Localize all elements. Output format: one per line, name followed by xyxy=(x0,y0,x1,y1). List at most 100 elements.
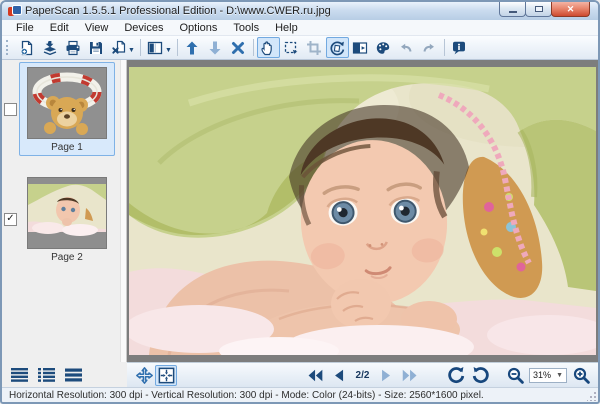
pan-mode-button[interactable] xyxy=(133,365,155,386)
arrow-down-icon xyxy=(207,40,223,56)
page-2-label: Page 2 xyxy=(20,252,114,263)
first-page-icon xyxy=(307,369,323,382)
status-text: Horizontal Resolution: 300 dpi - Vertica… xyxy=(9,390,484,401)
maximize-button[interactable] xyxy=(525,2,552,17)
delete-page-button[interactable] xyxy=(227,37,250,58)
palette-icon xyxy=(375,40,391,56)
page-2-checkbox[interactable]: ✓ xyxy=(4,213,17,226)
zoom-dropdown-caret[interactable]: ▼ xyxy=(556,372,563,379)
move-page-down-button[interactable] xyxy=(204,37,227,58)
delete-x-icon xyxy=(230,40,246,56)
main-toolbar: ▼ ▼ xyxy=(2,36,598,60)
print-icon xyxy=(65,40,81,56)
list-details-icon xyxy=(38,368,56,382)
sidebar-view-toolbar xyxy=(2,362,127,387)
pan-arrows-icon xyxy=(136,367,153,384)
toolbar-separator xyxy=(253,39,254,56)
pan-tool-button[interactable] xyxy=(257,37,280,58)
rotate-counterclockwise-icon xyxy=(447,366,465,384)
menu-bar: File Edit View Devices Options Tools Hel… xyxy=(2,20,598,36)
zoom-in-button[interactable] xyxy=(570,365,592,386)
menu-devices[interactable]: Devices xyxy=(116,22,171,34)
page-1-checkbox[interactable] xyxy=(4,103,17,116)
resize-grip[interactable] xyxy=(587,392,596,401)
page-item-2[interactable]: ✓ xyxy=(2,172,120,266)
close-button[interactable]: ✕ xyxy=(551,2,590,17)
view-layout-dropdown-caret[interactable]: ▼ xyxy=(165,47,172,54)
page-2-thumbnail[interactable] xyxy=(27,177,107,249)
baby-photo xyxy=(129,67,596,355)
crop-icon xyxy=(306,40,322,56)
last-page-button[interactable] xyxy=(399,365,421,386)
app-logo-icon xyxy=(8,5,20,17)
image-adjustments-button[interactable] xyxy=(349,37,372,58)
fit-page-icon xyxy=(158,367,175,384)
export-pages-button[interactable] xyxy=(107,37,130,58)
redo-button[interactable] xyxy=(418,37,441,58)
page-navigation: 2/2 xyxy=(304,365,422,386)
close-icon: ✕ xyxy=(567,5,575,14)
previous-page-button[interactable] xyxy=(328,365,350,386)
rotate-cw-button[interactable] xyxy=(470,365,492,386)
pages-sidebar: Page 1 ✓ xyxy=(2,60,120,362)
page-1-label: Page 1 xyxy=(20,142,114,153)
thumbnail-view-details-button[interactable] xyxy=(36,364,58,385)
save-button[interactable] xyxy=(84,37,107,58)
menu-file[interactable]: File xyxy=(8,22,42,34)
toolbar-separator xyxy=(444,39,445,56)
crop-button[interactable] xyxy=(303,37,326,58)
view-layout-button[interactable] xyxy=(144,37,167,58)
zoom-controls: 31% ▼ xyxy=(445,365,592,386)
menu-view[interactable]: View xyxy=(77,22,117,34)
export-pages-icon xyxy=(111,40,127,56)
rotate-ccw-button[interactable] xyxy=(445,365,467,386)
window-title: PaperScan 1.5.5.1 Professional Edition -… xyxy=(25,5,331,17)
image-viewer[interactable] xyxy=(127,60,598,362)
info-bubble-icon xyxy=(451,40,467,56)
acquire-page-icon xyxy=(19,40,35,56)
thumbnail-view-compact-button[interactable] xyxy=(63,364,85,385)
undo-icon xyxy=(398,40,414,56)
page-item-1[interactable]: Page 1 xyxy=(2,62,120,156)
first-page-button[interactable] xyxy=(304,365,326,386)
next-page-button[interactable] xyxy=(375,365,397,386)
menu-edit[interactable]: Edit xyxy=(42,22,77,34)
last-page-icon xyxy=(402,369,418,382)
arrow-up-icon xyxy=(184,40,200,56)
previous-page-icon xyxy=(332,369,345,382)
thumbnail-view-large-button[interactable] xyxy=(9,364,31,385)
list-compact-icon xyxy=(65,368,83,382)
acquire-batch-button[interactable] xyxy=(38,37,61,58)
page-2-card[interactable]: Page 2 xyxy=(19,172,115,266)
hand-icon xyxy=(260,40,276,56)
zoom-level-combobox[interactable]: 31% ▼ xyxy=(529,368,567,383)
page-1-thumbnail[interactable] xyxy=(27,67,107,139)
zoom-out-button[interactable] xyxy=(504,365,526,386)
viewer-toolbar: 2/2 xyxy=(127,362,598,387)
baby-thumbnail-image xyxy=(28,178,106,248)
page-indicator: 2/2 xyxy=(356,370,370,381)
select-area-button[interactable] xyxy=(280,37,303,58)
next-page-icon xyxy=(380,369,393,382)
window-controls: ✕ xyxy=(500,2,590,17)
title-bar[interactable]: PaperScan 1.5.5.1 Professional Edition -… xyxy=(2,2,598,20)
minimize-button[interactable] xyxy=(499,2,526,17)
undo-button[interactable] xyxy=(395,37,418,58)
color-palette-button[interactable] xyxy=(372,37,395,58)
menu-help[interactable]: Help xyxy=(267,22,306,34)
print-button[interactable] xyxy=(61,37,84,58)
menu-tools[interactable]: Tools xyxy=(225,22,267,34)
fit-to-window-button[interactable] xyxy=(155,365,177,386)
sidebar-splitter[interactable] xyxy=(120,60,127,362)
zoom-level-value: 31% xyxy=(533,370,551,380)
move-page-up-button[interactable] xyxy=(181,37,204,58)
menu-options[interactable]: Options xyxy=(171,22,225,34)
export-dropdown-caret[interactable]: ▼ xyxy=(128,47,135,54)
acquire-single-button[interactable] xyxy=(15,37,38,58)
page-1-card[interactable]: Page 1 xyxy=(19,62,115,156)
zoom-out-icon xyxy=(507,367,524,384)
rotate-tool-button[interactable] xyxy=(326,37,349,58)
selection-marquee-icon xyxy=(283,40,299,56)
annotation-info-button[interactable] xyxy=(448,37,471,58)
rotate-clockwise-icon xyxy=(472,366,490,384)
